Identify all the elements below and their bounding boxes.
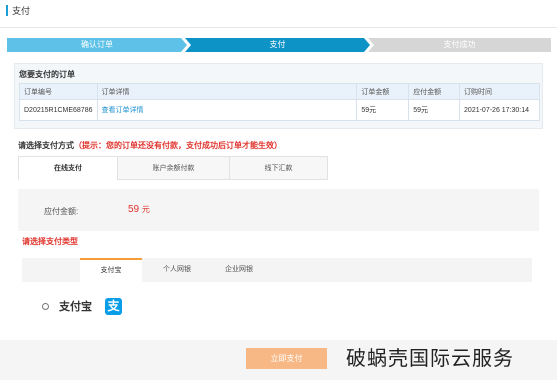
pay-type-heading: 请选择支付类型 — [22, 237, 78, 246]
step-pay-success: 支付成功 — [368, 38, 551, 52]
table-row: D20215R1CME68786 查看订单详情 59元 59元 2021-07-… — [19, 99, 540, 121]
order-amount-value: 59 — [361, 107, 370, 114]
tab-personal-bank[interactable]: 个人网银 — [146, 258, 208, 282]
step-confirm-order: 确认订单 — [7, 38, 187, 52]
col-order-time: 订购时间 — [459, 83, 540, 100]
table-header-row: 订单编号 订单详情 订单金额 应付金额 订购时间 — [19, 83, 540, 100]
tab-corporate-bank[interactable]: 企业网银 — [208, 258, 270, 282]
payable-amount-cell: 59元 — [408, 99, 461, 121]
alipay-logo-icon: 支 — [105, 297, 122, 315]
pay-method-tip: （提示：您的订单还没有付款，支付成功后订单才能生效） — [74, 141, 282, 150]
order-detail-cell: 查看订单详情 — [96, 99, 358, 121]
page-header: 支付 — [0, 0, 557, 28]
order-panel-title: 您要支付的订单 — [19, 70, 75, 79]
pay-method-heading: 请选择支付方式（提示：您的订单还没有付款，支付成功后订单才能生效） — [18, 140, 282, 151]
page-title: 支付 — [12, 6, 31, 16]
tab-balance-pay[interactable]: 账户余额付款 — [117, 156, 230, 180]
pay-method-label: 请选择支付方式 — [18, 141, 74, 150]
order-table: 订单编号 订单详情 订单金额 应付金额 订购时间 D20215R1CME6878… — [19, 83, 540, 121]
order-panel: 您要支付的订单 订单编号 订单详情 订单金额 应付金额 订购时间 D20215R… — [14, 63, 543, 129]
payable-amount-box: 应付金额: 59 元 — [18, 189, 539, 231]
order-no-cell: D20215R1CME68786 — [19, 99, 98, 121]
payable-amount-label: 应付金额: — [44, 207, 79, 216]
col-order-amount: 订单金额 — [356, 83, 410, 100]
col-order-detail: 订单详情 — [96, 83, 358, 100]
order-time-cell: 2021-07-26 17:30:14 — [459, 99, 540, 121]
header-accent-bar — [6, 5, 8, 16]
watermark-text: 破蜗壳国际云服务 — [346, 348, 514, 370]
tab-online-pay[interactable]: 在线支付 — [18, 156, 118, 180]
payable-amount-total: 59 元 — [128, 204, 150, 215]
alipay-radio[interactable] — [42, 302, 49, 310]
order-amount-cell: 59元 — [356, 99, 410, 121]
col-order-no: 订单编号 — [19, 83, 98, 100]
pay-type-tabs: 支付宝 个人网银 企业网银 — [22, 258, 532, 282]
alipay-option[interactable]: 支付宝 支 — [42, 297, 122, 315]
payable-amount-number: 59 — [128, 204, 140, 215]
tab-alipay[interactable]: 支付宝 — [80, 258, 142, 282]
progress-steps: 确认订单 支付 支付成功 — [7, 38, 551, 52]
payable-amount-currency: 元 — [141, 205, 150, 214]
tab-offline-transfer[interactable]: 线下汇款 — [229, 156, 328, 180]
view-order-detail-link[interactable]: 查看订单详情 — [102, 107, 144, 114]
alipay-option-label: 支付宝 — [59, 301, 92, 313]
step-pay: 支付 — [185, 38, 370, 52]
order-amount-unit: 元 — [369, 107, 377, 114]
payable-amount-unit: 元 — [420, 107, 428, 114]
col-payable-amount: 应付金额 — [408, 83, 461, 100]
pay-now-button[interactable]: 立即支付 — [246, 348, 327, 369]
payable-amount-value: 59 — [413, 107, 421, 114]
